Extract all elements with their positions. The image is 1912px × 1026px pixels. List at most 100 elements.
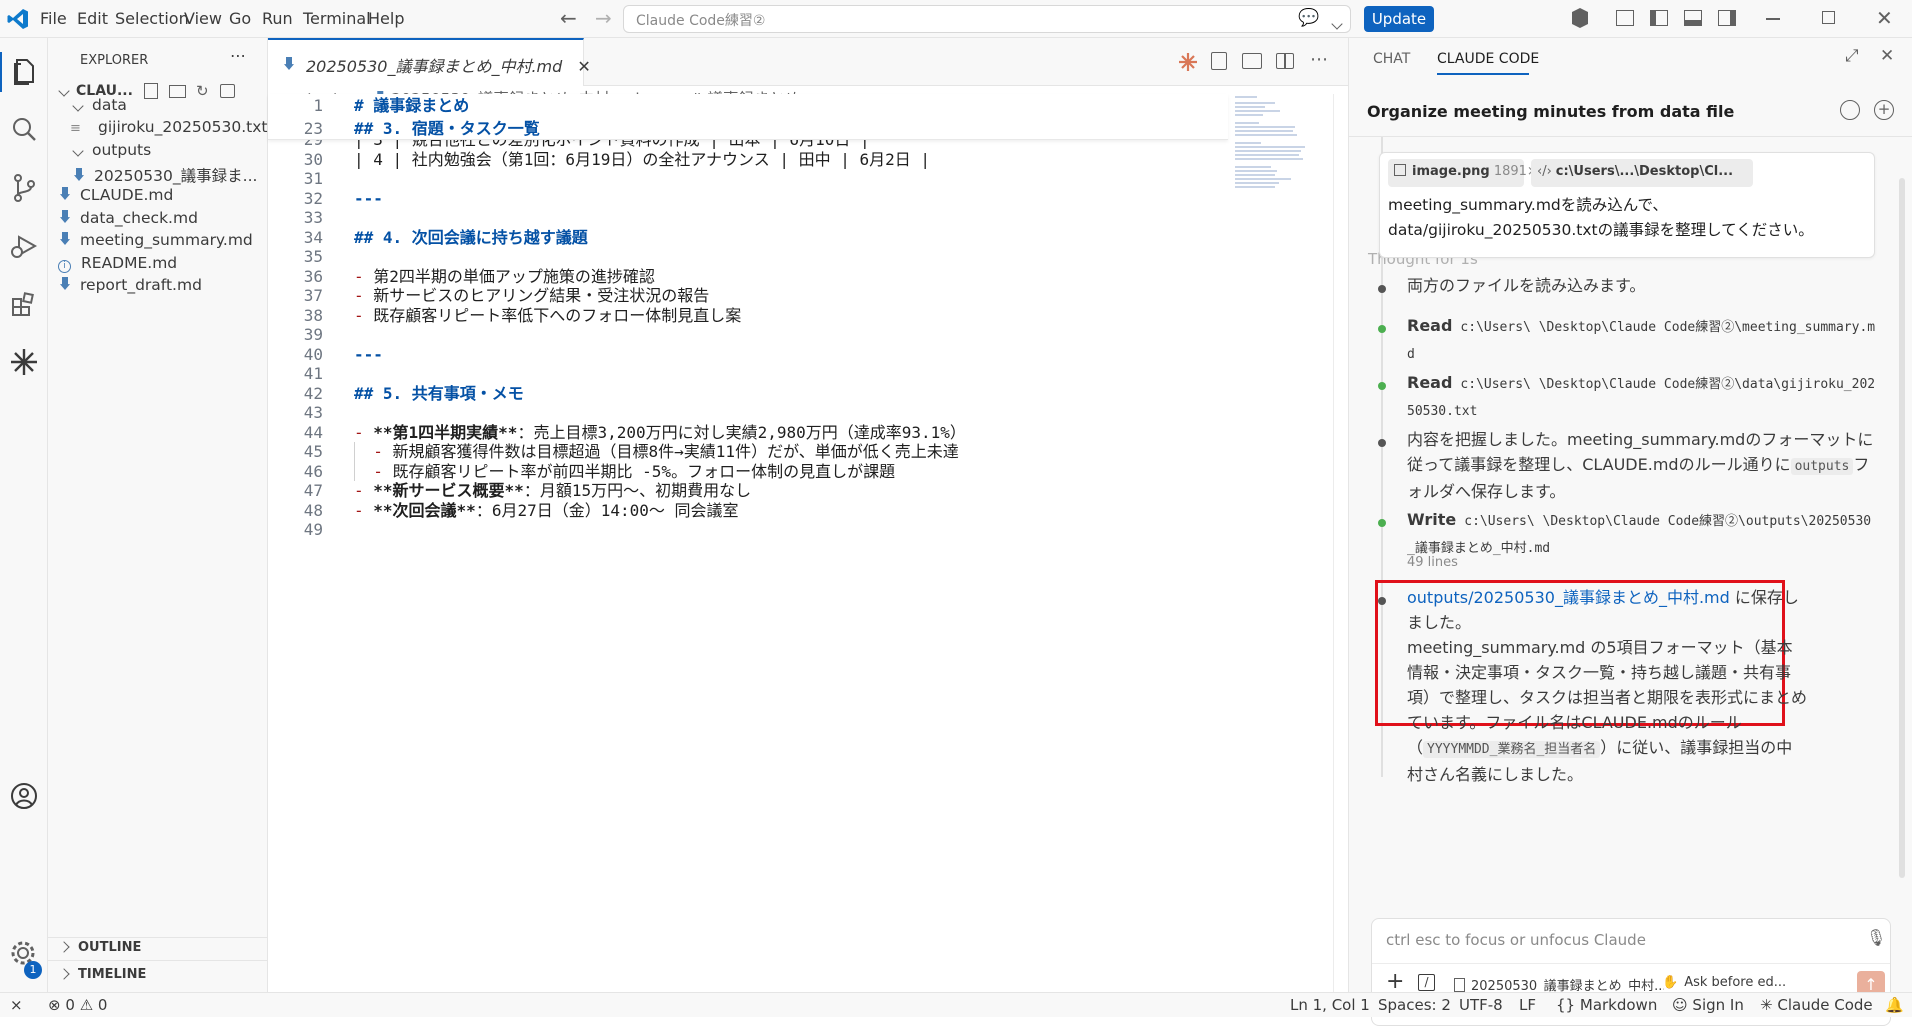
toggle-secondary-sidebar-icon[interactable] — [1718, 10, 1736, 26]
menu-terminal[interactable]: Terminal — [303, 9, 371, 28]
command-center-search[interactable]: Claude Code練習② — [623, 5, 1351, 33]
end-of-line[interactable]: LF — [1519, 996, 1536, 1014]
code-line[interactable]: - **第1四半期実績**：売上目標3,200万円に対し実績2,980万円（達成… — [354, 423, 966, 443]
toggle-panel-icon[interactable] — [1684, 10, 1702, 26]
permission-mode-button[interactable]: ✋ Ask before ed... — [1662, 975, 1802, 990]
code-line[interactable]: - 既存顧客リピート率低下へのフォロー体制見直し案 — [354, 306, 741, 326]
path-attachment-chip[interactable]: ‹/› c:\Users\...\Desktop\Cl... — [1531, 159, 1753, 187]
claude-spark-icon[interactable] — [1178, 52, 1198, 72]
code-line[interactable]: --- — [354, 189, 383, 209]
new-file-icon[interactable] — [144, 83, 158, 99]
run-debug-icon[interactable] — [6, 228, 42, 264]
tab-claude-code[interactable]: CLAUDE CODE — [1437, 51, 1539, 67]
indentation[interactable]: Spaces: 2 — [1378, 996, 1451, 1014]
output-file-link[interactable]: outputs/20250530_議事録まとめ_中村.md — [1407, 588, 1730, 607]
menu-run[interactable]: Run — [262, 9, 293, 28]
restore-icon[interactable] — [1822, 11, 1835, 24]
sticky-heading[interactable]: # 議事録まとめ — [354, 94, 469, 117]
toggle-primary-sidebar-icon[interactable] — [1650, 10, 1668, 26]
sign-in-button[interactable]: ☺ Sign In — [1672, 996, 1744, 1014]
microphone-icon[interactable]: 🎙 — [1866, 928, 1886, 947]
file-readme[interactable]: i README.md — [58, 254, 177, 273]
notifications-bell-icon[interactable]: 🔔 — [1885, 996, 1904, 1014]
maximize-panel-icon[interactable]: ⤢ — [1845, 46, 1859, 66]
split-editor-icon[interactable] — [1276, 53, 1294, 69]
tool-read-1[interactable]: Read c:\Users\ \Desktop\Claude Code練習②\me… — [1407, 313, 1877, 367]
claude-icon[interactable] — [6, 344, 42, 380]
file-data-check[interactable]: data_check.md — [60, 209, 198, 227]
new-session-icon[interactable]: + — [1874, 100, 1894, 120]
open-changes-icon[interactable] — [1211, 52, 1227, 70]
open-preview-icon[interactable] — [1242, 53, 1262, 69]
timeline-section[interactable]: TIMELINE — [58, 967, 146, 982]
prompt-input[interactable]: ctrl esc to focus or unfocus Claude — [1386, 931, 1806, 949]
file-report-draft[interactable]: report_draft.md — [60, 276, 202, 294]
file-gijiroku[interactable]: ≡ gijiroku_20250530.txt — [70, 118, 268, 136]
file-meeting-summary[interactable]: meeting_summary.md — [60, 231, 253, 249]
copilot-icon[interactable] — [1572, 8, 1588, 28]
add-attachment-icon[interactable]: + — [1386, 969, 1404, 994]
code-line[interactable]: --- — [354, 345, 383, 365]
refresh-icon[interactable]: ↻ — [196, 82, 209, 100]
remote-icon[interactable]: ⨯ — [10, 996, 23, 1014]
account-icon[interactable] — [6, 778, 42, 814]
close-tab-icon[interactable]: ✕ — [577, 57, 590, 76]
cursor-position[interactable]: Ln 1, Col 1 — [1290, 996, 1370, 1014]
search-icon[interactable] — [6, 112, 42, 148]
code-line[interactable]: ## 4. 次回会議に持ち越す議題 — [354, 228, 588, 248]
collapse-all-icon[interactable] — [220, 84, 235, 98]
explorer-files-icon[interactable] — [6, 54, 42, 90]
tool-write[interactable]: Write c:\Users\ \Desktop\Claude Code練習②\o… — [1407, 507, 1877, 561]
code-line[interactable]: | 4 | 社内勉強会（第1回：6月19日）の全社アナウンス | 田中 | 6月… — [354, 150, 930, 170]
language-mode[interactable]: {} Markdown — [1556, 996, 1657, 1014]
menu-help[interactable]: Help — [368, 9, 404, 28]
code-line[interactable]: - 第2四半期の単価アップ施策の進捗確認 — [354, 267, 655, 287]
image-attachment-chip[interactable]: image.png 1891×977 — [1388, 159, 1563, 187]
slash-command-icon[interactable]: / — [1418, 974, 1435, 991]
folder-data[interactable]: data — [72, 96, 127, 114]
more-actions-icon[interactable]: ⋯ — [1310, 49, 1328, 70]
file-claude-md[interactable]: CLAUDE.md — [60, 186, 173, 204]
tab-chat[interactable]: CHAT — [1373, 51, 1410, 67]
code-line[interactable]: ## 5. 共有事項・メモ — [354, 384, 524, 404]
code-line[interactable]: - 既存顧客リピート率が前四半期比 -5%。フォロー体制の見直しが課題 — [354, 461, 895, 481]
conversation-area[interactable]: Thought for 1s image.png 1891×977 ‹/› c:\… — [1349, 137, 1912, 907]
code-line[interactable]: - 新サービスのヒアリング結果・受注状況の報告 — [354, 286, 709, 306]
menu-selection[interactable]: Selection — [115, 9, 189, 28]
sticky-heading[interactable]: ## 3. 宿題・タスク一覧 — [354, 117, 540, 140]
chevron-down-icon[interactable] — [1331, 13, 1343, 32]
source-control-icon[interactable] — [6, 170, 42, 206]
panel-scrollbar[interactable] — [1899, 178, 1905, 878]
encoding[interactable]: UTF-8 — [1459, 996, 1503, 1014]
tool-read-2[interactable]: Read c:\Users\ \Desktop\Claude Code練習②\da… — [1407, 370, 1877, 424]
menu-file[interactable]: File — [40, 9, 67, 28]
chat-icon[interactable]: 💬 — [1298, 8, 1319, 28]
close-panel-icon[interactable]: ✕ — [1880, 46, 1894, 66]
outline-section[interactable]: OUTLINE — [58, 940, 141, 955]
menu-edit[interactable]: Edit — [77, 9, 108, 28]
code-line[interactable]: - **次回会議**：6月27日（金）14:00〜 同会議室 — [354, 501, 739, 521]
code-line[interactable]: - **新サービス概要**：月額15万円〜、初期費用なし — [354, 481, 751, 501]
forward-arrow-icon[interactable]: → — [595, 6, 612, 30]
history-clock-icon[interactable] — [1840, 100, 1860, 120]
editor-tab-active[interactable]: 20250530_議事録まとめ_中村.md ✕ — [268, 38, 591, 86]
code-line[interactable]: - 新規顧客獲得件数は目標超過（目標8件→実績11件）だが、単価が低く売上未達 — [354, 442, 959, 462]
close-window-icon[interactable]: ✕ — [1876, 6, 1893, 30]
file-meeting-output[interactable]: 20250530_議事録ま... — [74, 164, 257, 186]
menu-go[interactable]: Go — [229, 9, 251, 28]
more-actions-icon[interactable]: ⋯ — [230, 46, 246, 65]
customize-layout-icon[interactable] — [1616, 10, 1634, 26]
code-area[interactable]: 29| 3 | 競合他社との差別化ポイント資料の作成 | 山本 | 6月10日 … — [268, 94, 1228, 992]
folder-outputs[interactable]: outputs — [72, 141, 151, 159]
line-number: 37 — [303, 286, 323, 305]
menu-view[interactable]: View — [184, 9, 222, 28]
problems-indicator[interactable]: ⊗ 0 ⚠ 0 — [48, 996, 107, 1014]
extensions-icon[interactable] — [6, 286, 42, 322]
editor-scrollbar[interactable] — [1333, 94, 1347, 992]
update-button[interactable]: Update — [1364, 6, 1434, 32]
claude-code-status[interactable]: ✳ Claude Code — [1760, 996, 1873, 1014]
minimap[interactable] — [1233, 94, 1333, 194]
minimize-icon[interactable] — [1766, 18, 1780, 20]
back-arrow-icon[interactable]: ← — [560, 6, 577, 30]
new-folder-icon[interactable] — [169, 85, 186, 98]
